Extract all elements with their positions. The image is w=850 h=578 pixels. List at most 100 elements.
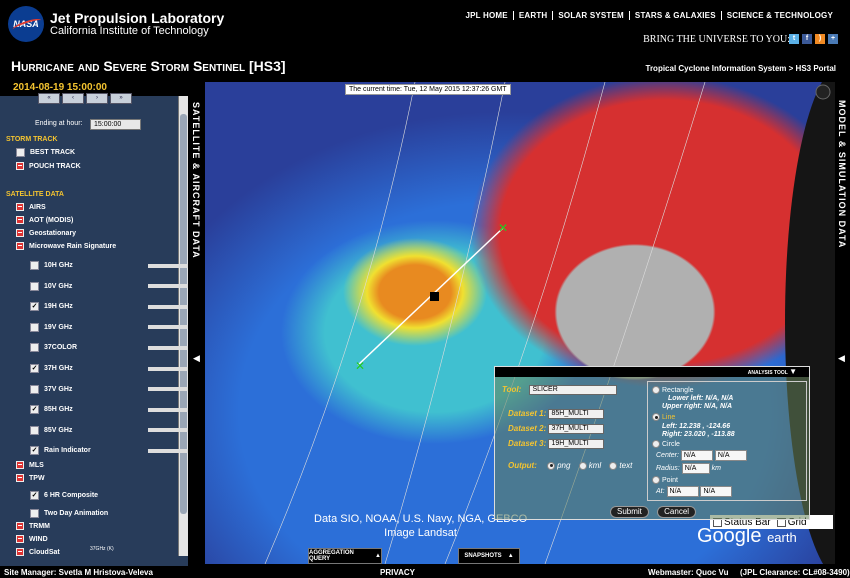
dataset1-select[interactable]: 85H_MULTI (548, 409, 605, 419)
airs-item[interactable]: AIRS (16, 203, 46, 211)
dataset3-select[interactable]: 19H_MULTI (548, 439, 605, 449)
channel-item[interactable]: ✓ 85H GHz (30, 405, 200, 415)
expand-icon[interactable] (16, 229, 24, 237)
wind-item[interactable]: WIND (16, 535, 48, 543)
expand-icon[interactable] (16, 522, 24, 530)
checkbox-icon[interactable] (30, 261, 39, 270)
checkbox-icon[interactable]: ✓ (30, 405, 39, 415)
prev-button[interactable]: ‹ (62, 93, 84, 104)
point-lon-input[interactable]: N/A (700, 486, 733, 497)
model-simulation-tab[interactable]: MODEL & SIMULATION DATA ◀ (835, 96, 850, 566)
radius-input[interactable]: N/A (681, 463, 710, 474)
storm-center-marker[interactable] (430, 292, 439, 301)
channel-label: 10H GHz (44, 262, 73, 269)
collapse-left-icon[interactable]: ◀ (193, 353, 200, 364)
slicer-start-marker[interactable]: ✕ (355, 359, 365, 373)
checkbox-icon[interactable] (30, 384, 39, 394)
aot-item[interactable]: AOT (MODIS) (16, 216, 73, 224)
nasa-logo[interactable]: NASA (8, 6, 44, 42)
checkbox-icon[interactable]: ✓ (30, 302, 39, 312)
grid-line (264, 82, 416, 564)
circle-radio[interactable] (652, 440, 660, 448)
satellite-aircraft-tab[interactable]: SATELLITE & AIRCRAFT DATA ◀ (188, 96, 205, 566)
rss-icon[interactable]: ) (815, 34, 825, 44)
expand-icon[interactable] (16, 216, 24, 224)
channel-item[interactable]: ✓ 37H GHz (30, 364, 200, 373)
slicer-end-marker[interactable]: ✕ (498, 221, 508, 235)
nav-solar-system[interactable]: SOLAR SYSTEM (553, 11, 630, 20)
animation-item[interactable]: Two Day Animation (30, 509, 108, 518)
channel-item[interactable]: 19V GHz (30, 322, 200, 332)
nav-stars-galaxies[interactable]: STARS & GALAXIES (630, 11, 722, 20)
lab-name[interactable]: Jet Propulsion Laboratory (50, 10, 224, 26)
output-text[interactable]: text (609, 461, 632, 470)
expand-icon[interactable] (16, 162, 24, 170)
channel-item[interactable]: 10H GHz (30, 261, 200, 270)
scroll-thumb[interactable] (180, 114, 187, 514)
checkbox-icon[interactable] (16, 148, 25, 157)
checkbox-icon[interactable] (30, 322, 39, 332)
triangle-down-icon[interactable]: ▼ (789, 367, 797, 376)
tool-select[interactable]: SLICER (529, 385, 618, 395)
submit-button[interactable]: Submit (610, 506, 649, 518)
channel-item[interactable]: ✓ 19H GHz (30, 302, 200, 312)
checkbox-icon[interactable] (30, 281, 39, 291)
checkbox-icon[interactable] (30, 343, 39, 353)
analysis-tool-header[interactable]: ANALYSIS TOOL ▼ (495, 367, 809, 377)
next-button[interactable]: › (86, 93, 108, 104)
expand-right-icon[interactable]: ◀ (838, 353, 845, 364)
output-png[interactable]: png (547, 461, 570, 470)
checkbox-icon[interactable]: ✓ (30, 446, 39, 456)
ending-hour-select[interactable]: 15:00:00 (90, 119, 141, 130)
channel-item[interactable]: 37V GHz (30, 384, 200, 394)
nav-science-technology[interactable]: SCIENCE & TECHNOLOGY (722, 11, 838, 20)
center-lat-input[interactable]: N/A (680, 450, 713, 461)
mls-item[interactable]: MLS (16, 461, 44, 469)
privacy-link[interactable]: PRIVACY (380, 568, 415, 577)
facebook-icon[interactable]: f (802, 34, 812, 44)
twitter-icon[interactable]: t (789, 34, 799, 44)
aggregation-query-tab[interactable]: AGGREGATION QUERY ▲ (308, 548, 382, 564)
expand-icon[interactable] (16, 548, 24, 556)
trmm-item[interactable]: TRMM (16, 522, 50, 530)
composite-item[interactable]: ✓ 6 HR Composite (30, 491, 98, 500)
best-track-item[interactable]: BEST TRACK (16, 148, 75, 157)
checkbox-icon[interactable]: ✓ (30, 364, 39, 373)
output-kml[interactable]: kml (578, 461, 601, 470)
dataset2-select[interactable]: 37H_MULTI (548, 424, 605, 434)
breadcrumb[interactable]: Tropical Cyclone Information System > HS… (646, 64, 837, 73)
channel-label: 19V GHz (44, 323, 73, 331)
cloudsat-item[interactable]: CloudSat (16, 548, 60, 556)
channel-item[interactable]: ✓ Rain Indicator (30, 446, 200, 456)
first-button[interactable]: « (38, 93, 60, 104)
tpw-item[interactable]: TPW (16, 474, 45, 482)
checkbox-icon[interactable]: ✓ (30, 491, 39, 500)
expand-icon[interactable] (16, 203, 24, 211)
microwave-rain-item[interactable]: Microwave Rain Signature (16, 242, 116, 250)
pouch-track-item[interactable]: POUCH TRACK (16, 162, 81, 170)
channel-label: 85H GHz (44, 406, 73, 414)
checkbox-icon (609, 461, 618, 470)
line-radio[interactable] (652, 413, 660, 421)
checkbox-icon[interactable] (30, 425, 39, 435)
snapshots-tab[interactable]: SNAPSHOTS ▲ (458, 548, 520, 564)
last-button[interactable]: » (110, 93, 132, 104)
compass-icon[interactable] (815, 84, 831, 100)
collapse-icon[interactable] (16, 242, 24, 250)
rectangle-radio[interactable] (652, 386, 660, 394)
checkbox-icon[interactable] (30, 509, 39, 518)
expand-icon[interactable] (16, 535, 24, 543)
center-lon-input[interactable]: N/A (714, 450, 747, 461)
share-icon[interactable]: + (828, 34, 838, 44)
expand-icon[interactable] (16, 461, 24, 469)
collapse-icon[interactable] (16, 474, 24, 482)
point-radio[interactable] (652, 476, 660, 484)
cancel-button[interactable]: Cancel (657, 506, 697, 518)
nav-earth[interactable]: EARTH (514, 11, 554, 20)
channel-item[interactable]: 10V GHz (30, 281, 200, 291)
nav-jpl-home[interactable]: JPL HOME (460, 11, 514, 20)
geostationary-item[interactable]: Geostationary (16, 229, 76, 237)
channel-item[interactable]: 37COLOR (30, 343, 200, 353)
point-lat-input[interactable]: N/A (666, 486, 699, 497)
channel-item[interactable]: 85V GHz (30, 425, 200, 435)
